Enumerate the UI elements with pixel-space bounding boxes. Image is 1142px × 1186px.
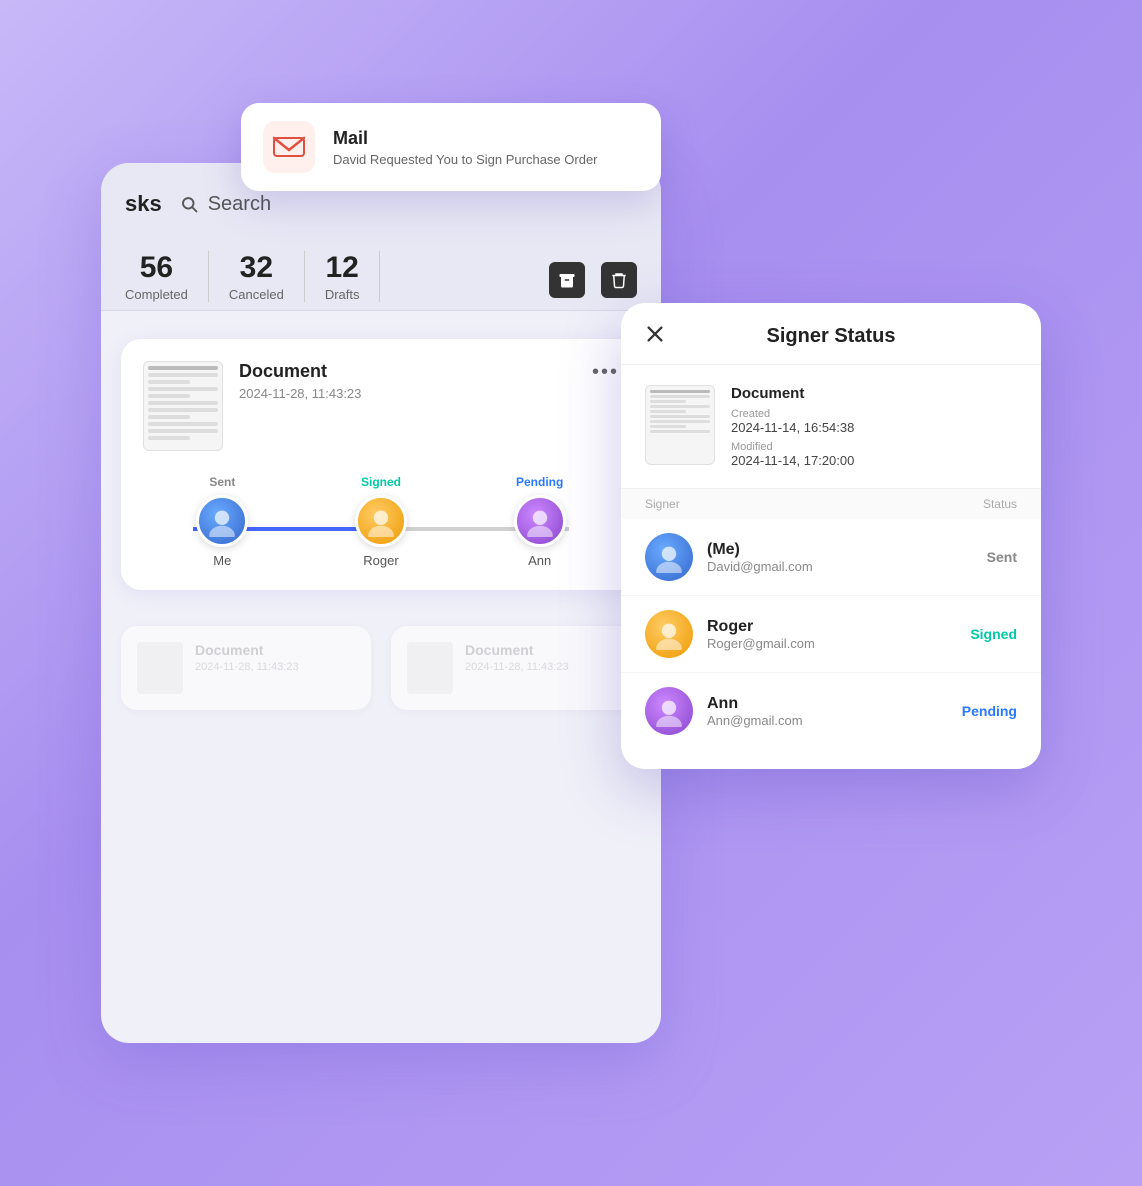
signer-row-ann-email: Ann@gmail.com bbox=[707, 713, 948, 728]
modal-header: Signer Status bbox=[621, 303, 1041, 365]
signer-roger-initials bbox=[358, 498, 404, 544]
ghost-thumb-1 bbox=[137, 642, 183, 694]
signer-row-roger: Roger Roger@gmail.com Signed bbox=[621, 596, 1041, 673]
signer-ann-initials bbox=[517, 498, 563, 544]
app-title-stub: sks bbox=[125, 191, 162, 217]
signer-col-header: Signer bbox=[645, 497, 680, 511]
signer-row-ann-avatar bbox=[645, 687, 693, 735]
signer-row-ann-info: Ann Ann@gmail.com bbox=[707, 695, 948, 728]
signer-me-status: Sent bbox=[209, 475, 235, 489]
signer-row-me-name: (Me) bbox=[707, 541, 973, 559]
signer-ann: Pending Ann bbox=[460, 475, 619, 568]
stat-drafts-label: Drafts bbox=[325, 287, 360, 302]
signer-roger-avatar bbox=[355, 495, 407, 547]
stat-completed-label: Completed bbox=[125, 287, 188, 302]
stat-completed: 56 Completed bbox=[125, 251, 209, 302]
ghost-doc-name-1: Document bbox=[195, 642, 299, 658]
modal-doc-details: Document Created 2024-11-14, 16:54:38 Mo… bbox=[731, 385, 854, 468]
signer-row-me: (Me) David@gmail.com Sent bbox=[621, 519, 1041, 596]
signer-row-me-status: Sent bbox=[987, 549, 1017, 565]
signer-me-name: Me bbox=[213, 553, 231, 568]
ghost-card-1: Document 2024-11-28, 11:43:23 bbox=[121, 626, 371, 710]
signer-row-roger-status: Signed bbox=[970, 626, 1017, 642]
stat-canceled-number: 32 bbox=[240, 251, 273, 285]
signer-status-modal: Signer Status Document Created 2024-11-1… bbox=[621, 303, 1041, 769]
document-card: Document 2024-11-28, 11:43:23 ••• Sent bbox=[121, 339, 641, 590]
modal-title: Signer Status bbox=[767, 325, 896, 348]
signer-me-avatar bbox=[196, 495, 248, 547]
mail-icon-wrap bbox=[263, 121, 315, 173]
modal-created-value: 2024-11-14, 16:54:38 bbox=[731, 420, 854, 435]
archive-icon-button[interactable] bbox=[549, 262, 585, 298]
signer-roger-status: Signed bbox=[361, 475, 401, 489]
signer-row-roger-email: Roger@gmail.com bbox=[707, 636, 956, 651]
modal-modified-value: 2024-11-14, 17:20:00 bbox=[731, 453, 854, 468]
search-icon bbox=[178, 193, 200, 215]
doc-info: Document 2024-11-28, 11:43:23 bbox=[239, 361, 576, 401]
signer-ann-avatar bbox=[514, 495, 566, 547]
ghost-doc-date-2: 2024-11-28, 11:43:23 bbox=[465, 661, 569, 673]
signer-row-roger-avatar bbox=[645, 610, 693, 658]
modal-close-button[interactable] bbox=[641, 320, 669, 348]
signer-me-initials bbox=[199, 498, 245, 544]
mail-title: Mail bbox=[333, 128, 598, 149]
stat-drafts-number: 12 bbox=[325, 251, 358, 285]
delete-icon-button[interactable] bbox=[601, 262, 637, 298]
signer-row-roger-name: Roger bbox=[707, 618, 956, 636]
signer-ann-name: Ann bbox=[528, 553, 551, 568]
doc-card-header: Document 2024-11-28, 11:43:23 ••• bbox=[143, 361, 619, 451]
signer-row-roger-info: Roger Roger@gmail.com bbox=[707, 618, 956, 651]
modal-modified-label: Modified bbox=[731, 441, 854, 453]
doc-date: 2024-11-28, 11:43:23 bbox=[239, 386, 576, 401]
doc-menu-button[interactable]: ••• bbox=[592, 361, 619, 384]
scene: sks Search 56 Completed 32 Canceled bbox=[101, 83, 1041, 1103]
mail-content: Mail David Requested You to Sign Purchas… bbox=[333, 128, 598, 167]
signer-progress: Sent Me Signed Ro bbox=[143, 475, 619, 568]
ghost-cards: Document 2024-11-28, 11:43:23 Document 2… bbox=[121, 618, 641, 710]
mail-notification: Mail David Requested You to Sign Purchas… bbox=[241, 103, 661, 191]
modal-doc-thumbnail bbox=[645, 385, 715, 465]
app-card: sks Search 56 Completed 32 Canceled bbox=[101, 163, 661, 1043]
modal-doc-info: Document Created 2024-11-14, 16:54:38 Mo… bbox=[621, 365, 1041, 489]
signer-roger: Signed Roger bbox=[302, 475, 461, 568]
ghost-doc-name-2: Document bbox=[465, 642, 569, 658]
doc-thumbnail bbox=[143, 361, 223, 451]
ghost-card-2: Document 2024-11-28, 11:43:23 bbox=[391, 626, 641, 710]
signer-me: Sent Me bbox=[143, 475, 302, 568]
signer-row-ann: Ann Ann@gmail.com Pending bbox=[621, 673, 1041, 749]
signer-row-ann-status: Pending bbox=[962, 703, 1017, 719]
stats-row: 56 Completed 32 Canceled 12 Drafts bbox=[101, 233, 661, 311]
modal-doc-title: Document bbox=[731, 385, 854, 402]
stat-canceled-label: Canceled bbox=[229, 287, 284, 302]
signer-roger-name: Roger bbox=[363, 553, 398, 568]
signer-row-ann-name: Ann bbox=[707, 695, 948, 713]
signer-row-me-email: David@gmail.com bbox=[707, 559, 973, 574]
ghost-thumb-2 bbox=[407, 642, 453, 694]
doc-name: Document bbox=[239, 361, 576, 382]
search-area[interactable]: Search bbox=[178, 193, 271, 216]
icon-buttons bbox=[549, 262, 637, 302]
ghost-doc-date-1: 2024-11-28, 11:43:23 bbox=[195, 661, 299, 673]
stat-drafts: 12 Drafts bbox=[305, 251, 381, 302]
mail-body: David Requested You to Sign Purchase Ord… bbox=[333, 152, 598, 167]
signer-row-me-avatar bbox=[645, 533, 693, 581]
status-col-header: Status bbox=[983, 497, 1017, 511]
search-label: Search bbox=[208, 193, 271, 216]
stat-canceled: 32 Canceled bbox=[209, 251, 305, 302]
stat-completed-number: 56 bbox=[140, 251, 173, 285]
ghost-info-2: Document 2024-11-28, 11:43:23 bbox=[465, 642, 569, 673]
signer-table-header: Signer Status bbox=[621, 489, 1041, 519]
signer-ann-status: Pending bbox=[516, 475, 563, 489]
modal-created-label: Created bbox=[731, 408, 854, 420]
ghost-info-1: Document 2024-11-28, 11:43:23 bbox=[195, 642, 299, 673]
signer-row-me-info: (Me) David@gmail.com bbox=[707, 541, 973, 574]
